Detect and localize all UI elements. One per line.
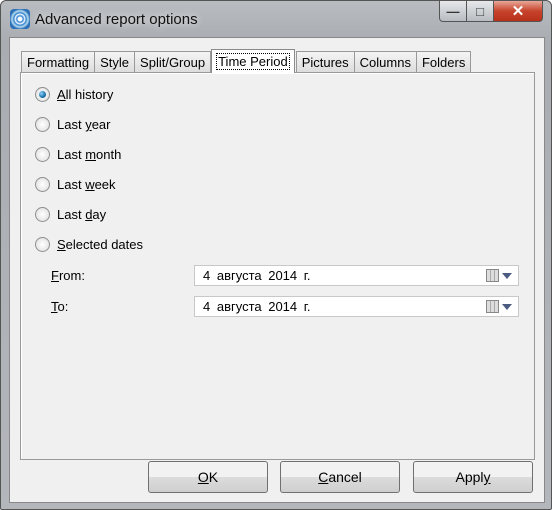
calendar-icon[interactable] bbox=[486, 300, 499, 313]
tab-label: Pictures bbox=[301, 55, 349, 70]
to-date-value: 4 августа 2014 г. bbox=[203, 299, 311, 314]
ok-button[interactable]: OK bbox=[148, 461, 268, 493]
close-button[interactable]: ✕ bbox=[494, 1, 543, 22]
to-label: To: bbox=[51, 299, 69, 314]
apply-button[interactable]: Appl y bbox=[413, 461, 533, 493]
radio-last-year[interactable]: Last year bbox=[35, 117, 110, 132]
radio-button-icon[interactable] bbox=[35, 177, 50, 192]
radio-label: Last year bbox=[57, 117, 111, 132]
radio-last-week[interactable]: Last week bbox=[35, 177, 116, 192]
from-date-picker[interactable]: 4 августа 2014 г. bbox=[194, 265, 519, 286]
radio-label: Last month bbox=[57, 147, 122, 162]
radio-label: Last day bbox=[57, 207, 107, 222]
from-label: From: bbox=[51, 268, 85, 283]
radio-label: All history bbox=[57, 87, 114, 102]
cancel-button[interactable]: Cancel bbox=[280, 461, 400, 493]
client-area: Formatting Style Split/Group Time Period… bbox=[9, 37, 545, 503]
radio-last-month[interactable]: Last month bbox=[35, 147, 121, 162]
radio-selected-dates[interactable]: Selected dates bbox=[35, 237, 143, 252]
radio-button-icon[interactable] bbox=[35, 147, 50, 162]
radio-label: Last week bbox=[57, 177, 116, 192]
radio-last-day[interactable]: Last day bbox=[35, 207, 106, 222]
dropdown-arrow-icon[interactable] bbox=[502, 273, 512, 279]
tab-label: Formatting bbox=[27, 55, 90, 70]
tab-style[interactable]: Style bbox=[94, 51, 136, 73]
tab-columns[interactable]: Columns bbox=[353, 51, 417, 73]
tab-folders[interactable]: Folders bbox=[415, 51, 472, 73]
tab-pictures[interactable]: Pictures bbox=[295, 51, 355, 73]
tab-bar: Formatting Style Split/Group Time Period… bbox=[21, 49, 472, 73]
minimize-button[interactable]: — bbox=[439, 1, 467, 22]
tab-split-group[interactable]: Split/Group bbox=[134, 51, 212, 73]
dropdown-arrow-icon[interactable] bbox=[502, 304, 512, 310]
maximize-button[interactable]: □ bbox=[467, 1, 494, 22]
tab-label: Folders bbox=[421, 55, 466, 70]
tab-label: Columns bbox=[359, 55, 411, 70]
window-title: Advanced report options bbox=[35, 11, 198, 28]
radio-button-icon[interactable] bbox=[35, 87, 50, 102]
app-icon bbox=[10, 9, 30, 29]
tab-label: Split/Group bbox=[140, 55, 206, 70]
tab-time-period[interactable]: Time Period bbox=[211, 49, 295, 73]
from-date-value: 4 августа 2014 г. bbox=[203, 268, 311, 283]
tab-formatting[interactable]: Formatting bbox=[21, 51, 96, 73]
tab-label: Time Period bbox=[216, 53, 290, 70]
tab-label: Style bbox=[100, 55, 130, 70]
radio-button-icon[interactable] bbox=[35, 117, 50, 132]
to-date-picker[interactable]: 4 августа 2014 г. bbox=[194, 296, 519, 317]
radio-button-icon[interactable] bbox=[35, 207, 50, 222]
calendar-icon[interactable] bbox=[486, 269, 499, 282]
radio-button-icon[interactable] bbox=[35, 237, 50, 252]
time-period-panel: All history Last year Last month Last week L… bbox=[20, 72, 535, 460]
dialog-window: Advanced report options — □ ✕ Formatting… bbox=[0, 0, 552, 510]
radio-all-history[interactable]: All history bbox=[35, 87, 113, 102]
radio-label: Selected dates bbox=[57, 237, 144, 252]
